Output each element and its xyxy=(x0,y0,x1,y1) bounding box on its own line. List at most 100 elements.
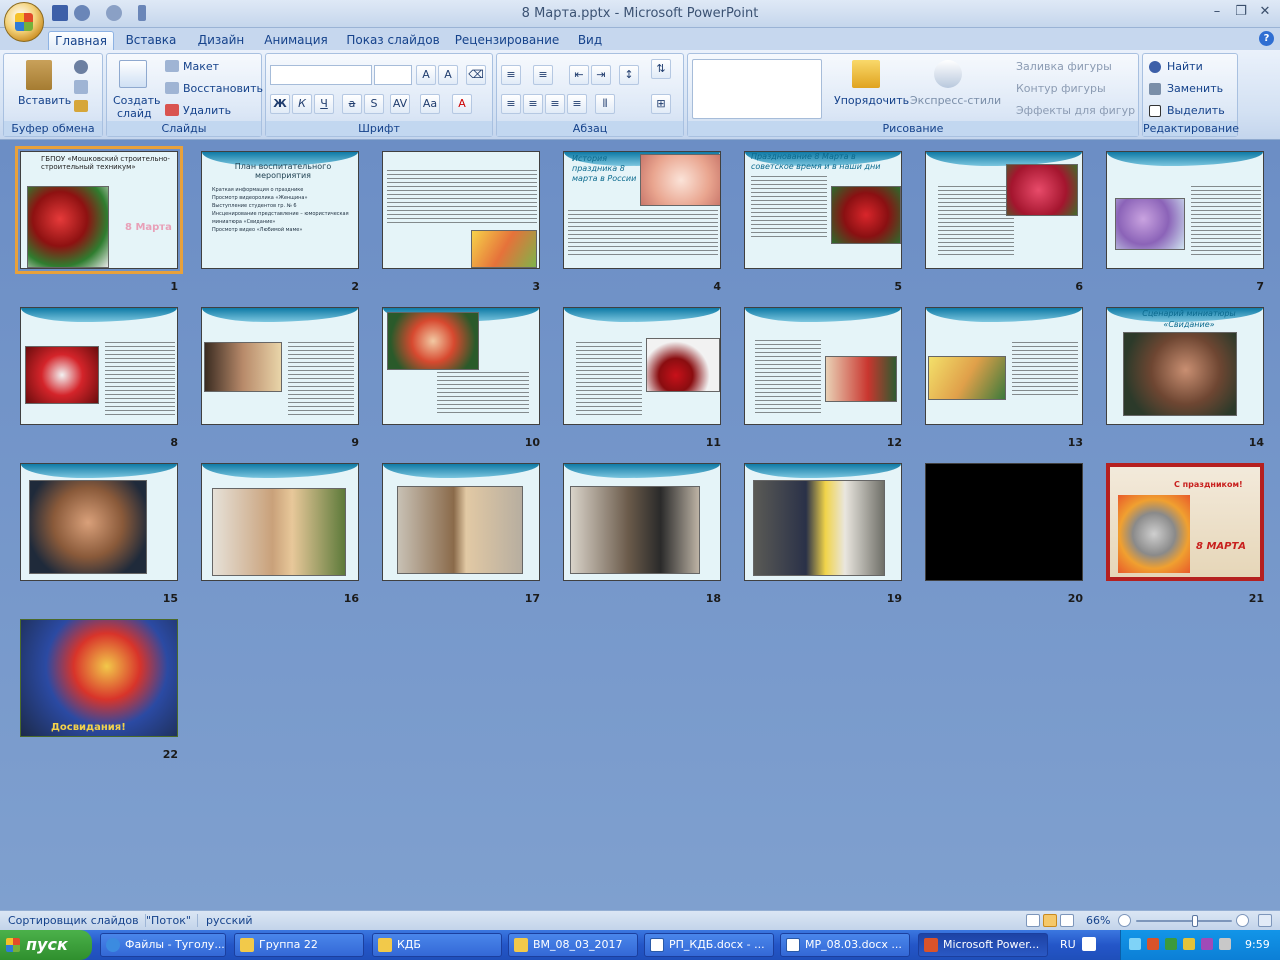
layout-button[interactable]: Макет xyxy=(183,60,219,73)
strikethrough-icon[interactable]: a xyxy=(342,94,362,114)
replace-button[interactable]: Заменить xyxy=(1167,82,1223,95)
slide-thumbnail[interactable] xyxy=(382,463,540,581)
slide-thumbnail[interactable] xyxy=(563,307,721,425)
quick-styles-icon[interactable] xyxy=(934,60,962,88)
columns-icon[interactable]: ⫴ xyxy=(595,94,615,114)
tab-view[interactable]: Вид xyxy=(570,31,610,50)
zoom-out-icon[interactable] xyxy=(1118,914,1131,927)
slide-thumbnail[interactable]: Досвидания! xyxy=(20,619,178,737)
arrange-icon[interactable] xyxy=(852,60,880,88)
slide-thumbnail[interactable] xyxy=(201,463,359,581)
tray-icon[interactable] xyxy=(1219,938,1231,950)
close-button[interactable]: ✕ xyxy=(1254,4,1276,20)
select-button[interactable]: Выделить xyxy=(1167,104,1225,117)
restore-button[interactable]: ❐ xyxy=(1230,4,1252,20)
slide-thumbnail[interactable]: Сценарий миниатюры «Свидание» xyxy=(1106,307,1264,425)
taskbar-item[interactable]: КДБ xyxy=(372,933,502,957)
text-direction-icon[interactable]: ⇅ xyxy=(651,59,671,79)
slide-thumbnail[interactable]: План воспитательного мероприятия Краткая… xyxy=(201,151,359,269)
align-left-icon[interactable]: ≡ xyxy=(501,94,521,114)
shapes-gallery[interactable] xyxy=(692,59,822,119)
shape-effects-button[interactable]: Эффекты для фигур xyxy=(1016,104,1135,117)
grow-font-icon[interactable]: A xyxy=(416,65,436,85)
tab-design[interactable]: Дизайн xyxy=(192,31,250,50)
delete-button[interactable]: Удалить xyxy=(183,104,231,117)
taskbar-item-active[interactable]: Microsoft Power... xyxy=(918,933,1048,957)
paste-button[interactable]: Вставить xyxy=(18,94,71,107)
tray-icon[interactable] xyxy=(1147,938,1159,950)
slide-thumbnail[interactable] xyxy=(201,307,359,425)
tab-review[interactable]: Рецензирование xyxy=(452,31,562,50)
taskbar-item[interactable]: ВМ_08_03_2017 xyxy=(508,933,638,957)
spacing-icon[interactable]: AV xyxy=(390,94,410,114)
slide-thumbnail[interactable] xyxy=(1106,151,1264,269)
numbering-icon[interactable]: ≡ xyxy=(533,65,553,85)
case-icon[interactable]: Aa xyxy=(420,94,440,114)
taskbar-item[interactable]: Группа 22 xyxy=(234,933,364,957)
normal-view-icon[interactable] xyxy=(1026,914,1040,927)
font-name-field[interactable] xyxy=(270,65,372,85)
shape-fill-button[interactable]: Заливка фигуры xyxy=(1016,60,1112,73)
tray-icon[interactable] xyxy=(1129,938,1141,950)
shape-outline-button[interactable]: Контур фигуры xyxy=(1016,82,1106,95)
tab-animation[interactable]: Анимация xyxy=(258,31,334,50)
copy-icon[interactable] xyxy=(74,80,88,94)
tray-icon[interactable] xyxy=(1201,938,1213,950)
bullets-icon[interactable]: ≡ xyxy=(501,65,521,85)
zoom-slider[interactable] xyxy=(1136,920,1232,922)
slide-thumbnail[interactable] xyxy=(20,307,178,425)
language-indicator[interactable]: RU xyxy=(1060,938,1076,951)
taskbar-item[interactable]: РП_КДБ.docx - ... xyxy=(644,933,774,957)
arrange-button[interactable]: Упорядочить xyxy=(834,94,909,107)
slideshow-view-icon[interactable] xyxy=(1060,914,1074,927)
help-tray-icon[interactable] xyxy=(1082,937,1096,951)
italic-icon[interactable]: К xyxy=(292,94,312,114)
clock[interactable]: 9:59 xyxy=(1245,938,1270,951)
slide-thumbnail[interactable] xyxy=(744,463,902,581)
new-slide-icon[interactable] xyxy=(119,60,147,88)
bold-icon[interactable]: Ж xyxy=(270,94,290,114)
slide-thumbnail[interactable] xyxy=(925,307,1083,425)
new-slide-button-line2[interactable]: слайд xyxy=(117,107,152,120)
slide-thumbnail[interactable]: История праздника 8 марта в России xyxy=(563,151,721,269)
line-spacing-icon[interactable]: ↕ xyxy=(619,65,639,85)
align-right-icon[interactable]: ≡ xyxy=(545,94,565,114)
increase-indent-icon[interactable]: ⇥ xyxy=(591,65,611,85)
clear-format-icon[interactable]: ⌫ xyxy=(466,65,486,85)
help-icon[interactable]: ? xyxy=(1259,31,1274,46)
slide-thumbnail[interactable] xyxy=(925,463,1083,581)
cut-icon[interactable] xyxy=(74,60,88,74)
tab-insert[interactable]: Вставка xyxy=(122,31,180,50)
underline-icon[interactable]: Ч xyxy=(314,94,334,114)
quick-styles-button[interactable]: Экспресс-стили xyxy=(910,94,1001,107)
fit-window-icon[interactable] xyxy=(1258,914,1272,927)
new-slide-button[interactable]: Создать xyxy=(113,94,161,107)
justify-icon[interactable]: ≡ xyxy=(567,94,587,114)
taskbar-item[interactable]: Файлы - Туголу... xyxy=(100,933,226,957)
slide-thumbnail[interactable] xyxy=(20,463,178,581)
shadow-icon[interactable]: S xyxy=(364,94,384,114)
slide-thumbnail[interactable] xyxy=(744,307,902,425)
tray-icon[interactable] xyxy=(1183,938,1195,950)
font-color-icon[interactable]: A xyxy=(452,94,472,114)
zoom-level[interactable]: 66% xyxy=(1086,914,1110,927)
font-size-field[interactable] xyxy=(374,65,412,85)
office-button[interactable] xyxy=(4,2,44,42)
language-status[interactable]: русский xyxy=(200,914,259,927)
tray-icon[interactable] xyxy=(1165,938,1177,950)
slide-thumbnail[interactable] xyxy=(382,151,540,269)
slide-thumbnail[interactable]: Празднование 8 Марта в советское время и… xyxy=(744,151,902,269)
slide-thumbnail[interactable]: С праздником! 8 МАРТА xyxy=(1106,463,1264,581)
smartart-icon[interactable]: ⊞ xyxy=(651,94,671,114)
paste-icon[interactable] xyxy=(26,60,52,90)
minimize-button[interactable]: – xyxy=(1206,4,1228,20)
slide-thumbnail[interactable] xyxy=(925,151,1083,269)
shrink-font-icon[interactable]: A xyxy=(438,65,458,85)
zoom-slider-thumb[interactable] xyxy=(1192,915,1198,927)
start-button[interactable]: пуск xyxy=(0,930,92,960)
sorter-view-icon[interactable] xyxy=(1043,914,1057,927)
format-painter-icon[interactable] xyxy=(74,100,88,112)
decrease-indent-icon[interactable]: ⇤ xyxy=(569,65,589,85)
reset-button[interactable]: Восстановить xyxy=(183,82,263,95)
slide-thumbnail[interactable] xyxy=(563,463,721,581)
